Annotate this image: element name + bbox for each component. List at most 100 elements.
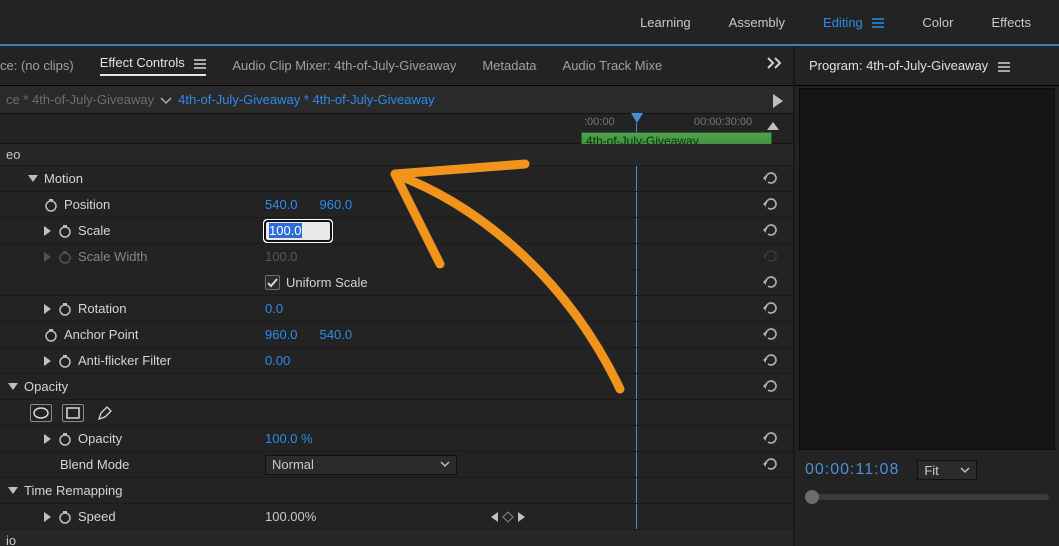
anchor-x-value[interactable]: 960.0 (265, 327, 298, 342)
reset-icon[interactable] (763, 430, 779, 449)
overflow-icon[interactable] (767, 57, 783, 72)
panel-tabs: ce: (no clips) Effect Controls Audio Cli… (0, 46, 793, 86)
keyframe-nav (490, 512, 526, 522)
video-section-label: eo (6, 147, 20, 162)
stopwatch-icon[interactable] (58, 510, 72, 524)
menu-icon[interactable] (998, 58, 1010, 73)
effect-controls-body: eo Motion Position 540.0 960.0 (0, 144, 793, 546)
chevron-down-icon (440, 461, 450, 468)
reset-icon[interactable] (763, 378, 779, 397)
tab-effect-controls-label: Effect Controls (100, 55, 185, 70)
source-select-chevron[interactable] (160, 92, 172, 107)
motion-row[interactable]: Motion (0, 166, 793, 192)
ellipse-mask-icon[interactable] (30, 404, 52, 422)
reset-icon[interactable] (763, 274, 779, 293)
scale-width-value: 100.0 (265, 249, 298, 264)
tab-audio-track-mixer[interactable]: Audio Track Mixe (563, 58, 663, 73)
workspace-effects[interactable]: Effects (991, 15, 1031, 30)
time-remap-row[interactable]: Time Remapping (0, 478, 793, 504)
position-y-value[interactable]: 960.0 (320, 197, 353, 212)
chevron-down-icon (960, 467, 970, 474)
reset-icon[interactable] (763, 326, 779, 345)
workspace-bar: Learning Assembly Editing Color Effects (0, 0, 1059, 44)
workspace-color[interactable]: Color (922, 15, 953, 30)
program-tab-label: Program: 4th-of-July-Giveaway (809, 58, 988, 73)
tab-metadata[interactable]: Metadata (482, 58, 536, 73)
chevron-down-icon[interactable] (8, 379, 18, 394)
workspace-editing[interactable]: Editing (823, 15, 884, 30)
motion-label: Motion (44, 171, 83, 186)
pen-mask-icon[interactable] (94, 404, 116, 422)
chevron-right-icon[interactable] (44, 512, 52, 522)
opacity-value-row: Opacity 100.0 % (0, 426, 793, 452)
reset-icon[interactable] (763, 222, 779, 241)
rotation-value[interactable]: 0.0 (265, 301, 283, 316)
anti-flicker-label: Anti-flicker Filter (78, 353, 171, 368)
stopwatch-icon[interactable] (58, 432, 72, 446)
program-tab[interactable]: Program: 4th-of-July-Giveaway (809, 58, 1010, 73)
program-timecode[interactable]: 00:00:11:08 (805, 461, 899, 479)
add-keyframe-icon[interactable] (502, 511, 513, 522)
rect-mask-icon[interactable] (62, 404, 84, 422)
scrubber-knob[interactable] (805, 490, 819, 504)
chevron-down-icon[interactable] (28, 171, 38, 186)
anti-flicker-value[interactable]: 0.00 (265, 353, 290, 368)
stopwatch-icon[interactable] (44, 328, 58, 342)
chevron-right-icon[interactable] (44, 304, 52, 314)
rotation-row: Rotation 0.0 (0, 296, 793, 322)
tab-source[interactable]: ce: (no clips) (0, 58, 74, 73)
stopwatch-icon[interactable] (58, 302, 72, 316)
reset-icon[interactable] (763, 300, 779, 319)
scale-input[interactable] (265, 221, 331, 241)
chevron-right-icon[interactable] (44, 434, 52, 444)
anti-flicker-row: Anti-flicker Filter 0.00 (0, 348, 793, 374)
menu-icon[interactable] (194, 55, 206, 70)
chevron-right-icon (44, 252, 52, 262)
opacity-value[interactable]: 100.0 % (265, 431, 313, 446)
video-section-header[interactable]: eo (0, 144, 793, 166)
workspace-editing-label: Editing (823, 15, 863, 30)
blend-mode-select[interactable]: Normal (265, 455, 457, 475)
chevron-right-icon[interactable] (44, 356, 52, 366)
chevron-down-icon[interactable] (8, 483, 18, 498)
anchor-y-value[interactable]: 540.0 (320, 327, 353, 342)
audio-section-header[interactable]: io (0, 530, 793, 546)
mask-tools-row (0, 400, 793, 426)
program-scrubber[interactable] (805, 494, 1049, 500)
stopwatch-icon[interactable] (58, 224, 72, 238)
stopwatch-icon[interactable] (44, 198, 58, 212)
program-monitor-view (799, 88, 1055, 450)
uniform-scale-checkbox[interactable]: Uniform Scale (265, 275, 368, 290)
next-keyframe-icon[interactable] (518, 512, 526, 522)
collapse-up-icon[interactable] (767, 118, 779, 133)
uniform-scale-label: Uniform Scale (286, 275, 368, 290)
reset-icon[interactable] (763, 170, 779, 189)
tab-audio-clip-mixer[interactable]: Audio Clip Mixer: 4th-of-July-Giveaway (232, 58, 456, 73)
reset-icon[interactable] (763, 352, 779, 371)
chevron-right-icon[interactable] (44, 226, 52, 236)
position-x-value[interactable]: 540.0 (265, 197, 298, 212)
prev-keyframe-icon[interactable] (490, 512, 498, 522)
reset-icon[interactable] (763, 196, 779, 215)
checkbox-icon (265, 275, 280, 290)
tab-effect-controls[interactable]: Effect Controls (100, 55, 207, 76)
stopwatch-icon[interactable] (58, 354, 72, 368)
timecode-1: 00:00:30:00 (694, 116, 752, 128)
rotation-label: Rotation (78, 301, 126, 316)
time-remap-label: Time Remapping (24, 483, 123, 498)
audio-section-label: io (6, 533, 16, 546)
scale-width-label: Scale Width (78, 249, 147, 264)
reset-icon[interactable] (763, 456, 779, 475)
menu-icon[interactable] (872, 15, 884, 30)
opacity-section-label: Opacity (24, 379, 68, 394)
reset-icon (763, 248, 779, 267)
blend-mode-value: Normal (272, 457, 314, 472)
play-icon[interactable] (773, 92, 785, 108)
playhead-icon[interactable] (631, 113, 643, 125)
workspace-assembly[interactable]: Assembly (729, 15, 785, 30)
zoom-select[interactable]: Fit (917, 460, 977, 480)
opacity-section-row[interactable]: Opacity (0, 374, 793, 400)
workspace-learning[interactable]: Learning (640, 15, 691, 30)
anchor-point-row: Anchor Point 960.0 540.0 (0, 322, 793, 348)
anchor-point-label: Anchor Point (64, 327, 138, 342)
